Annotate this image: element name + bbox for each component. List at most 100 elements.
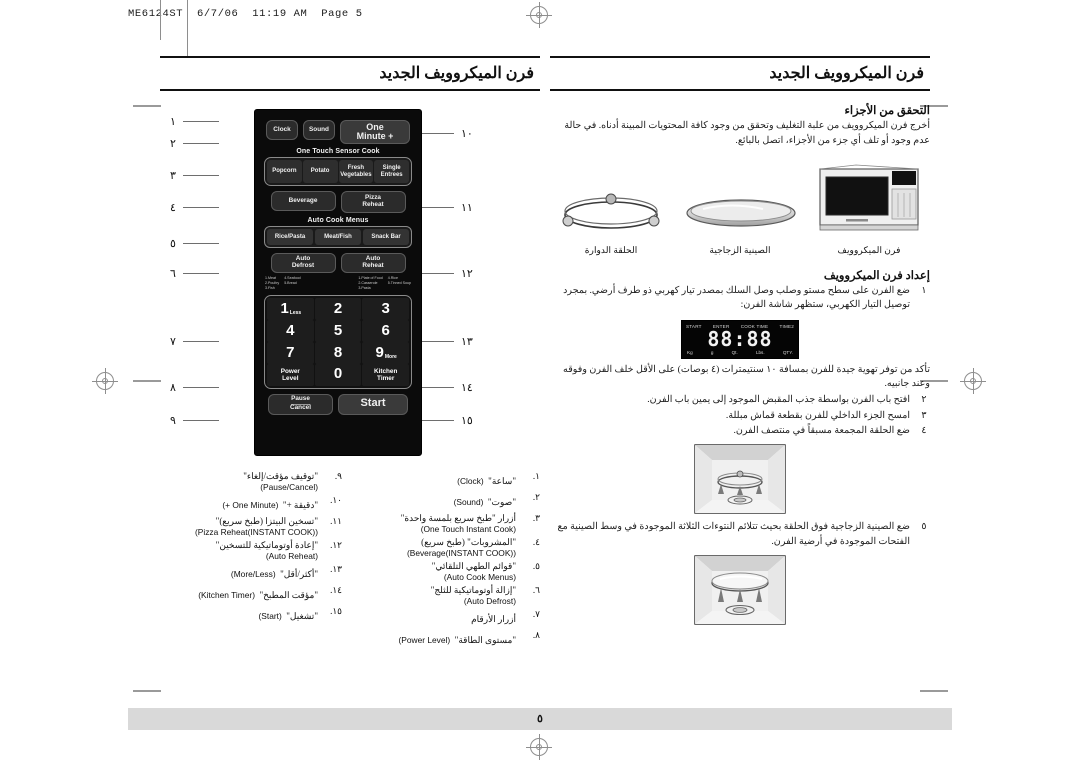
legend-number: ٩. bbox=[334, 471, 342, 481]
page-number: ٥ bbox=[537, 713, 543, 725]
oven-illustration-tray-wrap bbox=[550, 555, 930, 625]
legend-arabic: "إعادة أوتوماتيكية للتسخين" bbox=[215, 540, 318, 550]
key-6[interactable]: 6 bbox=[362, 319, 410, 342]
fresh-vegetables-button[interactable]: Fresh Vegetables bbox=[338, 160, 374, 183]
sound-button[interactable]: Sound bbox=[303, 120, 335, 140]
clock-button[interactable]: Clock bbox=[266, 120, 298, 140]
single-entrees-button[interactable]: Single Entrees bbox=[374, 160, 409, 183]
keypad-row: 4 5 6 bbox=[267, 319, 410, 342]
key-1[interactable]: 1 Less bbox=[267, 297, 314, 320]
defrost-item-5: 5.Bread bbox=[284, 281, 297, 286]
lcd-unit-lbs: Lbs. bbox=[755, 349, 765, 355]
kitchen-timer-button[interactable]: Kitchen Timer bbox=[362, 363, 410, 386]
key-0-label: 0 bbox=[333, 365, 343, 383]
legend-body: "ساعة" (Clock) bbox=[358, 471, 516, 489]
legend-english: (More/Less) bbox=[230, 569, 276, 579]
single-entrees-line2: Entrees bbox=[380, 171, 403, 178]
legend-item: ١٣. "أكثر/أقل" (More/Less) bbox=[160, 564, 342, 582]
numeric-keypad: 1 Less 2 3 4 5 6 7 8 9 More Power Level … bbox=[264, 294, 412, 389]
lcd-unit-g: g bbox=[710, 349, 714, 355]
callout-number: ١٠ bbox=[461, 128, 473, 140]
legend-item: ٢. "صوت" (Sound) bbox=[358, 492, 540, 510]
registration-mark-bottom bbox=[526, 734, 552, 760]
control-panel-diagram: ١ ٢ ٣ ٤ ٥ ٦ ٧ ٨ ٩ ١٠ ١١ ١٢ ١٣ ١٤ ١٥ Cloc… bbox=[160, 109, 540, 459]
auto-defrost-button[interactable]: Auto Defrost bbox=[270, 253, 336, 273]
key-2[interactable]: 2 bbox=[314, 297, 362, 320]
rice-pasta-button[interactable]: Rice/Pasta bbox=[267, 229, 313, 245]
lcd-label-start: START bbox=[686, 323, 702, 329]
one-minute-plus-button[interactable]: One Minute + bbox=[340, 120, 410, 144]
legend-item: ٣. أزرار "طبخ سريع بلمسة واحدة" (One Tou… bbox=[358, 513, 540, 534]
callout-line bbox=[182, 387, 219, 388]
setup-step: ٤ ضع الحلقة المجمعة مسبقاً في منتصف الفر… bbox=[550, 424, 930, 438]
step-text: امسح الجزء الداخلي للفرن بقطعة قماش مبلل… bbox=[725, 409, 910, 421]
callout-line bbox=[418, 273, 454, 274]
callout-line bbox=[182, 420, 219, 421]
pause-cancel-button[interactable]: Pause Cancel bbox=[268, 393, 333, 415]
key-3[interactable]: 3 bbox=[362, 297, 410, 320]
callout-line bbox=[182, 143, 219, 144]
trim-tick-mid-left bbox=[133, 380, 161, 382]
setup-heading: إعداد فرن الميكروويف bbox=[823, 269, 930, 282]
part-caption: الحلقة الدوارة bbox=[584, 244, 638, 255]
column-parts-and-setup: فرن الميكروويف الجديد التحقق من الأجزاء … bbox=[550, 56, 930, 631]
callout-14: ١٤ bbox=[418, 381, 473, 394]
potato-button[interactable]: Potato bbox=[302, 160, 338, 183]
beverage-button[interactable]: Beverage bbox=[270, 191, 336, 211]
legend-body: أزرار "طبخ سريع بلمسة واحدة" (One Touch … bbox=[358, 513, 516, 534]
key-1-label: 1 bbox=[280, 300, 289, 318]
power-level-button[interactable]: Power Level bbox=[267, 363, 314, 386]
legend-number: ٣. bbox=[532, 513, 540, 523]
registration-mark-top bbox=[526, 2, 552, 28]
callout-number: ٣ bbox=[170, 170, 176, 182]
legend-body: "صوت" (Sound) bbox=[358, 492, 516, 510]
snack-bar-label: Snack Bar bbox=[371, 233, 401, 240]
start-label: Start bbox=[360, 397, 386, 410]
panel-bottom-row: Pause Cancel Start bbox=[255, 393, 421, 415]
step-number: ٣ bbox=[921, 409, 927, 421]
key-7[interactable]: 7 bbox=[267, 341, 314, 364]
callout-10: ١٠ bbox=[418, 127, 473, 140]
step-number: ١ bbox=[921, 284, 927, 296]
popcorn-button[interactable]: Popcorn bbox=[267, 160, 302, 183]
key-5[interactable]: 5 bbox=[314, 319, 362, 342]
registration-mark-left bbox=[92, 368, 118, 394]
meat-fish-button[interactable]: Meat/Fish bbox=[315, 229, 361, 245]
key-8[interactable]: 8 bbox=[314, 341, 362, 364]
legend-number: ١٢. bbox=[330, 540, 342, 550]
legend-arabic: "توقيف مؤقت/إلغاء" bbox=[243, 471, 318, 481]
legend-arabic: "إزالة أوتوماتيكية للثلج" bbox=[430, 585, 516, 595]
pizza-reheat-button[interactable]: Pizza Reheat bbox=[340, 191, 406, 213]
callout-line bbox=[182, 175, 219, 176]
legend-english: (Clock) bbox=[457, 476, 484, 486]
callout-line bbox=[418, 207, 454, 208]
start-button[interactable]: Start bbox=[338, 393, 408, 415]
step-text: ضع الصينية الزجاجية فوق الحلقة بحيث تتلا… bbox=[557, 521, 910, 547]
key-9[interactable]: 9 More bbox=[362, 341, 410, 364]
callout-1: ١ bbox=[170, 115, 219, 128]
one-minute-line2: Minute + bbox=[356, 131, 394, 141]
legend-body: "المشروبات" (طبخ سريع) (Beverage(INSTANT… bbox=[358, 537, 516, 558]
legend-item: ٦. "إزالة أوتوماتيكية للثلج" (Auto Defro… bbox=[358, 585, 540, 606]
legend-item: ٨. "مستوى الطاقة" (Power Level) bbox=[358, 630, 541, 648]
callout-7: ٧ bbox=[170, 335, 219, 348]
kitchen-timer-line1: Kitchen bbox=[373, 367, 398, 375]
key-0[interactable]: 0 bbox=[314, 363, 362, 386]
keypad-row: 1 Less 2 3 bbox=[267, 297, 410, 320]
key-4[interactable]: 4 bbox=[267, 319, 314, 342]
legend-arabic: "المشروبات" (طبخ سريع) bbox=[421, 537, 516, 547]
trim-tick-top-left bbox=[133, 105, 161, 107]
callout-11: ١١ bbox=[418, 201, 473, 214]
legend-arabic: أزرار الأرقام bbox=[471, 614, 516, 624]
parts-illustration-row: الحلقة الدوارة الصينية الزجاجية فرن المي… bbox=[552, 163, 928, 256]
callout-15: ١٥ bbox=[418, 414, 473, 427]
legend-number: ١٣. bbox=[330, 564, 342, 574]
pizza-reheat-line2: Reheat bbox=[362, 201, 384, 208]
callout-number: ٢ bbox=[170, 138, 176, 150]
callout-number: ١٥ bbox=[461, 415, 473, 427]
auto-reheat-button[interactable]: Auto Reheat bbox=[340, 253, 406, 273]
auto-defrost-line2: Defrost bbox=[291, 262, 315, 269]
menu-legend-row: 1.Meat 2.Poultry 3.Fish 4.Seafood 5.Brea… bbox=[255, 273, 421, 294]
legend-number: ٥. bbox=[532, 561, 540, 571]
snack-bar-button[interactable]: Snack Bar bbox=[363, 229, 409, 245]
